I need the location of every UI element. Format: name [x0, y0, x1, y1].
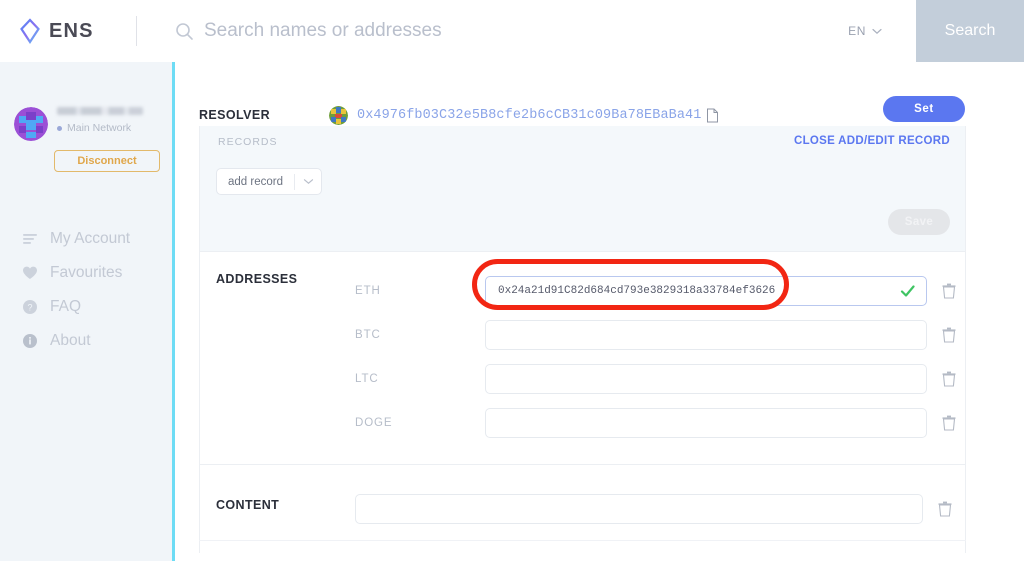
search-input[interactable]	[204, 20, 824, 42]
network-status: Main Network	[57, 122, 143, 134]
main-content: RESOLVER 0x4976fb03C32e5B8cfe2b6cCB31c09…	[175, 62, 1024, 561]
resolver-address[interactable]: 0x4976fb03C32e5B8cfe2b6cCB31c09Ba78EBaBa…	[357, 108, 701, 123]
doge-address-input[interactable]	[485, 408, 927, 438]
ltc-address-input[interactable]	[485, 364, 927, 394]
brand-logo[interactable]: ENS	[16, 17, 120, 45]
account-panel: Main Network Disconnect	[14, 105, 166, 172]
records-panel: RECORDS CLOSE ADD/EDIT RECORD add record…	[200, 126, 965, 252]
records-card: RECORDS CLOSE ADD/EDIT RECORD add record…	[199, 126, 966, 553]
addresses-label: ADDRESSES	[216, 272, 298, 286]
sidebar-item-label: About	[50, 332, 91, 349]
content-input[interactable]	[355, 494, 923, 524]
language-selector[interactable]: EN	[848, 24, 882, 38]
sidebar-item-my-account[interactable]: My Account	[22, 222, 172, 256]
search-icon	[175, 22, 194, 41]
bottom-divider	[199, 540, 966, 541]
chevron-down-icon	[295, 178, 321, 185]
content-label: CONTENT	[216, 498, 280, 512]
address-row-ltc: LTC	[200, 357, 965, 401]
records-label: RECORDS	[218, 136, 278, 148]
address-key-label: DOGE	[355, 417, 393, 429]
sidebar-item-favourites[interactable]: Favourites	[22, 256, 172, 290]
save-button[interactable]: Save	[888, 209, 950, 235]
account-address-masked	[57, 107, 143, 115]
address-key-label: LTC	[355, 373, 379, 385]
search-button[interactable]: Search	[916, 0, 1024, 62]
list-lines-icon	[22, 231, 38, 247]
check-icon	[900, 284, 915, 299]
eth-address-input[interactable]	[485, 276, 927, 306]
identicon-avatar-icon	[14, 107, 48, 141]
add-record-value: add record	[228, 175, 283, 188]
btc-address-input[interactable]	[485, 320, 927, 350]
info-circle-icon	[22, 333, 38, 349]
address-key-label: BTC	[355, 329, 381, 341]
resolver-label: RESOLVER	[199, 108, 271, 122]
sidebar-item-label: My Account	[50, 230, 131, 247]
set-resolver-button[interactable]: Set	[883, 96, 965, 122]
question-circle-icon: ?	[22, 299, 38, 315]
chevron-down-icon	[872, 24, 882, 38]
trash-icon[interactable]	[942, 415, 956, 431]
language-label: EN	[848, 24, 866, 38]
svg-text:?: ?	[27, 303, 32, 313]
trash-icon[interactable]	[942, 283, 956, 299]
ens-diamond-logo-icon	[16, 17, 44, 45]
header-divider	[136, 16, 137, 46]
addresses-panel: ADDRESSES ETH 0x24a21d91C82d684cd793e382…	[200, 252, 965, 465]
brand-name: ENS	[49, 19, 94, 42]
add-record-dropdown[interactable]: add record	[216, 168, 322, 195]
network-label: Main Network	[67, 122, 132, 134]
address-row-btc: BTC	[200, 313, 965, 357]
sidebar-item-about[interactable]: About	[22, 324, 172, 358]
sidebar-item-faq[interactable]: ? FAQ	[22, 290, 172, 324]
address-key-label: ETH	[355, 285, 381, 297]
trash-icon[interactable]	[938, 501, 952, 517]
trash-icon[interactable]	[942, 327, 956, 343]
address-row-doge: DOGE	[200, 401, 965, 445]
sidebar-nav: My Account Favourites ? FAQ About	[22, 222, 172, 358]
address-row-eth: ETH	[200, 269, 965, 313]
sidebar-item-label: FAQ	[50, 298, 82, 315]
resolver-identicon-icon	[329, 105, 348, 125]
search-area[interactable]	[175, 20, 848, 42]
network-dot-icon	[57, 125, 62, 131]
copy-icon[interactable]	[706, 108, 719, 123]
disconnect-button[interactable]: Disconnect	[54, 150, 160, 172]
sidebar-item-label: Favourites	[50, 264, 123, 281]
trash-icon[interactable]	[942, 371, 956, 387]
app-header: ENS EN Search	[0, 0, 1024, 62]
heart-icon	[22, 265, 38, 281]
close-add-edit-record-link[interactable]: CLOSE ADD/EDIT RECORD	[794, 135, 950, 147]
